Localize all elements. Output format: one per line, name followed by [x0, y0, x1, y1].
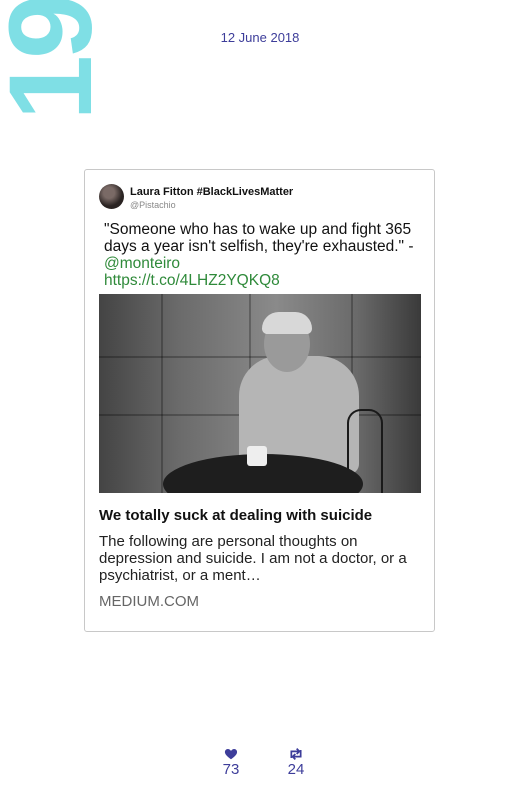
mention-link[interactable]: @monteiro: [104, 255, 180, 272]
retweets-count: 24: [287, 761, 305, 778]
likes-stat[interactable]: 73: [211, 746, 251, 778]
author-handle[interactable]: @Pistachio: [130, 200, 176, 210]
link-card-domain: MEDIUM.COM: [99, 593, 199, 610]
likes-count: 73: [222, 761, 240, 778]
tweet-card[interactable]: Laura Fitton #BlackLivesMatter @Pistachi…: [84, 169, 435, 632]
link-card-image[interactable]: [99, 294, 421, 493]
date-label: 12 June 2018: [220, 30, 300, 45]
avatar[interactable]: [99, 184, 124, 209]
author-name[interactable]: Laura Fitton #BlackLivesMatter: [130, 186, 293, 198]
heart-icon: [224, 749, 238, 760]
tweet-url-link[interactable]: https://t.co/4LHZ2YQKQ8: [104, 272, 280, 289]
link-card-title[interactable]: We totally suck at dealing with suicide: [99, 507, 372, 524]
retweets-stat[interactable]: 24: [276, 746, 316, 778]
tweet-text: "Someone who has to wake up and fight 36…: [104, 221, 424, 289]
link-card-description: The following are personal thoughts on d…: [99, 533, 407, 584]
day-number: 19: [0, 0, 117, 121]
tweet-body: "Someone who has to wake up and fight 36…: [104, 221, 414, 255]
retweet-icon: [290, 748, 302, 760]
day-number-text: 19: [0, 0, 117, 121]
